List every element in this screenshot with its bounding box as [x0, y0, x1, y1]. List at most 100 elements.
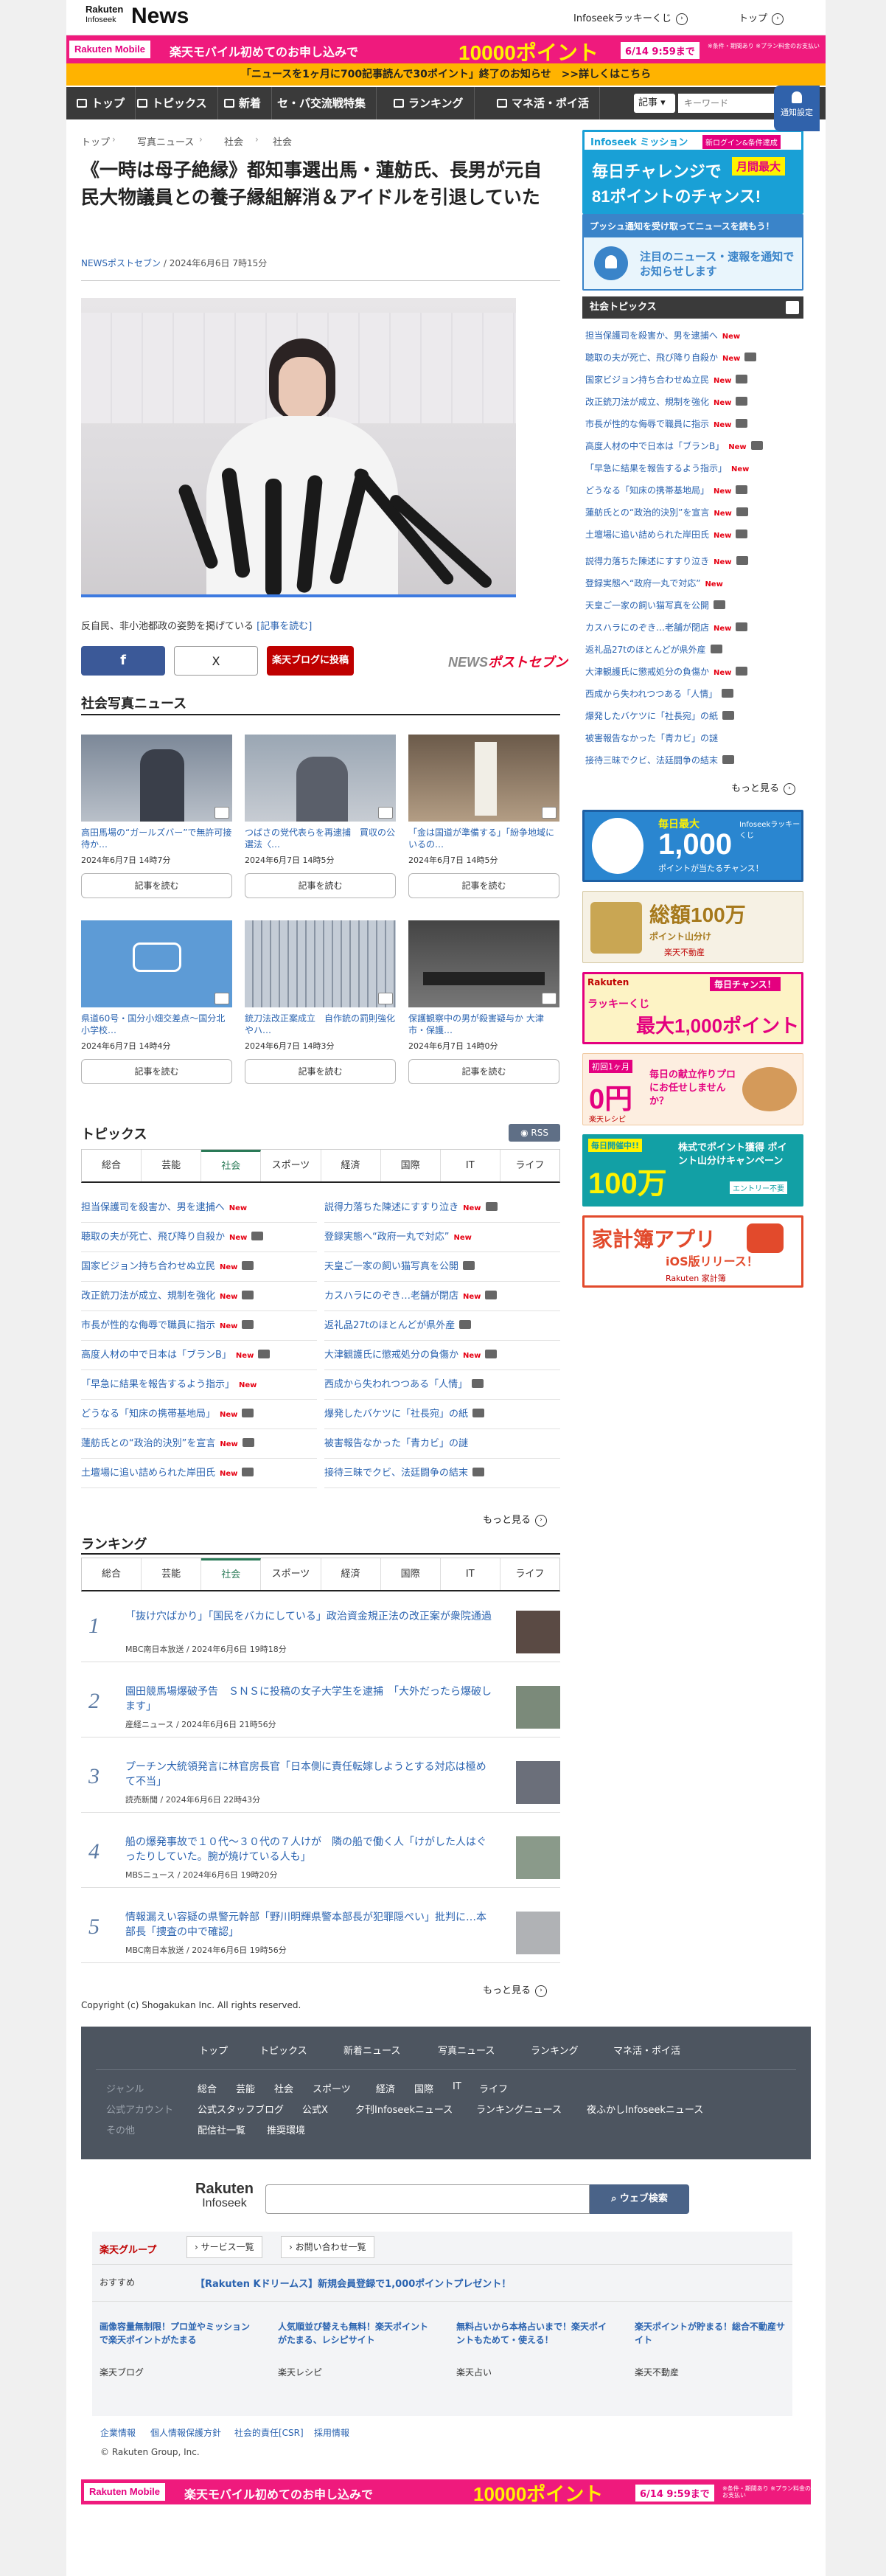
topic-title[interactable]: 市長が性的な侮辱で職員に指示	[585, 419, 709, 429]
topic-row[interactable]: 高度人材の中で日本は「ブランB」 New	[81, 1341, 317, 1370]
footer-nav-ranking[interactable]: ランキング	[531, 2043, 579, 2057]
notice-bar[interactable]: 「ニュースを1ヶ月に700記事読んで30ポイント」終了のお知らせ >>詳しくはこ…	[66, 63, 826, 86]
topic-title[interactable]: 説得力落ちた陳述にすすり泣き	[324, 1202, 458, 1213]
topic-row[interactable]: 「早急に結果を報告するよう指示」 New	[585, 459, 749, 479]
photo-news-title[interactable]: 保護観察中の男が殺害疑与か 大津市・保護…	[408, 1013, 559, 1036]
topic-row[interactable]: 担当保護司を殺害か、男を逮捕へ New	[81, 1193, 317, 1223]
legal-link[interactable]: 採用情報	[314, 2426, 349, 2439]
topic-row[interactable]: 大津観護氏に懲戒処分の負傷か New	[324, 1341, 560, 1370]
topic-title[interactable]: 高度人材の中で日本は「ブランB」	[81, 1350, 231, 1361]
tab-sports[interactable]: スポーツ	[261, 1558, 321, 1590]
web-search-button[interactable]: ⌕ ウェブ検索	[590, 2184, 689, 2214]
photo-news-title[interactable]: 「金は国道が準備する」「紛争地域にいるの…	[408, 827, 559, 850]
topic-title[interactable]: 担当保護司を殺害か、男を逮捕へ	[585, 330, 718, 341]
topic-row[interactable]: 「早急に結果を報告するよう指示」 New	[81, 1370, 317, 1400]
topic-title[interactable]: 改正銃刀法が成立、規制を強化	[585, 397, 709, 407]
topic-title[interactable]: 大津観護氏に懲戒処分の負傷か	[585, 667, 709, 677]
search-input[interactable]	[678, 94, 774, 113]
rank-title[interactable]: 「抜け穴ばかり」「国民をバカにしている」政治資金規正法の改正案が衆院通過	[125, 1609, 494, 1624]
topic-title[interactable]: カスハラにのぞき…老舗が閉店	[324, 1291, 458, 1302]
read-article-button[interactable]: 記事を読む	[408, 1059, 559, 1084]
breadcrumb-society[interactable]: 社会	[224, 134, 243, 148]
real-estate-ad[interactable]: 総額100万 ポイント山分け 楽天不動産	[582, 891, 803, 963]
topic-title[interactable]: 接待三昧でクビ、法廷闘争の結末	[585, 755, 718, 765]
read-article-button[interactable]: 記事を読む	[408, 873, 559, 898]
topic-row[interactable]: どうなる「知床の携帯基地局」 New	[81, 1400, 317, 1429]
topic-row[interactable]: 被害報告なかった「青カビ」の謎	[585, 729, 718, 748]
topic-title[interactable]: 天皇ご一家の飼い猫写真を公開	[585, 600, 709, 611]
legal-link[interactable]: 企業情報	[100, 2426, 136, 2439]
ranking-row[interactable]: 4 船の爆発事故で１０代〜３０代の７人けが 隣の船で働く人「けがした人はぐったりし…	[81, 1825, 560, 1888]
promo-link[interactable]: 画像容量無制限！プロ並やミッションで楽天ポイントがたまる	[100, 2320, 254, 2347]
topic-title[interactable]: 聴取の夫が死亡、飛び降り自殺か	[585, 353, 718, 363]
topic-title[interactable]: カスハラにのぞき…老舗が閉店	[585, 622, 709, 633]
footer-account-link[interactable]: 公式スタッフブログ	[198, 2102, 284, 2116]
tab-international[interactable]: 国際	[381, 1150, 441, 1181]
x-share-button[interactable]: X	[174, 646, 258, 676]
topic-title[interactable]: 国家ビジョン持ち合わせぬ立民	[585, 375, 709, 385]
rss-button[interactable]: ◉ RSS	[509, 1124, 560, 1142]
footer-account-link[interactable]: 夕刊Infoseekニュース	[355, 2102, 453, 2116]
footer-nav-photos[interactable]: 写真ニュース	[438, 2043, 495, 2057]
topic-title[interactable]: 返礼品27tのほとんどが県外産	[324, 1320, 455, 1331]
topic-row[interactable]: 聴取の夫が死亡、飛び降り自殺か New	[81, 1223, 317, 1252]
topics-more-link[interactable]: もっと見る ›	[483, 1512, 548, 1527]
promo-link[interactable]: 楽天ポイントが貯まる！総合不動産サイト	[635, 2320, 789, 2347]
photo-news-title[interactable]: 県道60号・国分小畑交差点〜国分北小学校…	[81, 1013, 232, 1036]
topic-row[interactable]: 担当保護司を殺害か、男を逮捕へ New	[585, 326, 740, 347]
topic-title[interactable]: 説得力落ちた陳述にすすり泣き	[585, 556, 709, 566]
topic-row[interactable]: 国家ビジョン持ち合わせぬ立民 New	[585, 370, 748, 391]
tab-international[interactable]: 国際	[381, 1558, 441, 1590]
topic-row[interactable]: 説得力落ちた陳述にすすり泣き New	[324, 1193, 560, 1223]
topic-title[interactable]: 爆発したバケツに「社長宛」の紙	[585, 711, 718, 721]
topic-row[interactable]: 蓮舫氏との“政治的決別”を宣言 New	[81, 1429, 317, 1459]
topic-row[interactable]: 説得力落ちた陳述にすすり泣き New	[585, 552, 748, 572]
topic-row[interactable]: 返礼品27tのほとんどが県外産	[585, 640, 722, 659]
topic-title[interactable]: 接待三昧でクビ、法廷闘争の結末	[324, 1468, 468, 1479]
tab-entertainment[interactable]: 芸能	[142, 1150, 202, 1181]
footer-account-link[interactable]: 公式X	[302, 2102, 328, 2116]
topic-title[interactable]: 返礼品27tのほとんどが県外産	[585, 645, 706, 655]
tab-society[interactable]: 社会	[201, 1558, 262, 1590]
topic-title[interactable]: 「早急に結果を報告するよう指示」	[81, 1379, 234, 1390]
topic-row[interactable]: 蓮舫氏との“政治的決別”を宣言 New	[585, 503, 748, 524]
daily-lottery-ad[interactable]: Rakuten 毎日チャンス！ ラッキーくじ 最大1,000ポイント	[582, 972, 803, 1044]
rakuten-blog-button[interactable]: 楽天ブログに投稿	[267, 646, 354, 676]
rank-title[interactable]: 情報漏えい容疑の県警元幹部「野川明輝県警本部長が犯罪隠ぺい」批判に…本部長「捜査…	[125, 1910, 494, 1940]
footer-nav-latest[interactable]: 新着ニュース	[343, 2043, 400, 2057]
tab-it[interactable]: IT	[441, 1558, 500, 1590]
mobile-promo-banner[interactable]: Rakuten Mobile 楽天モバイル初めてのお申し込みで 10000ポイン…	[66, 35, 826, 64]
ranking-row[interactable]: 1 「抜け穴ばかり」「国民をバカにしている」政治資金規正法の改正案が衆院通過 MBC…	[81, 1599, 560, 1662]
topic-row[interactable]: 西成から失われつつある「人情」	[324, 1370, 560, 1400]
rank-thumbnail[interactable]	[516, 1761, 560, 1804]
infoseek-mission-banner[interactable]: Infoseek ミッション 新ログイン&条件達成 毎日チャレンジで 月間最大 …	[582, 130, 803, 214]
rank-thumbnail[interactable]	[516, 1912, 560, 1954]
topic-row[interactable]: 聴取の夫が死亡、飛び降り自殺か New	[585, 348, 757, 369]
ranking-more-link[interactable]: もっと見る ›	[483, 1982, 548, 1997]
photo-news-title[interactable]: 銃刀法改正案成立 自作銃の罰則強化やハ…	[245, 1013, 396, 1036]
facebook-share-button[interactable]: f	[81, 646, 165, 676]
topic-title[interactable]: 「早急に結果を報告するよう指示」	[585, 463, 727, 473]
topic-title[interactable]: 蓮舫氏との“政治的決別”を宣言	[81, 1438, 215, 1449]
topic-title[interactable]: 登録実態へ“政府一丸で対応”	[324, 1232, 449, 1243]
read-article-button[interactable]: 記事を読む	[245, 1059, 396, 1084]
topic-row[interactable]: 返礼品27tのほとんどが県外産	[324, 1311, 560, 1341]
topic-row[interactable]: 改正銃刀法が成立、規制を強化 New	[81, 1282, 317, 1311]
ranking-row[interactable]: 5 情報漏えい容疑の県警元幹部「野川明輝県警本部長が犯罪隠ぺい」批判に…本部長「捜…	[81, 1900, 560, 1963]
news-logo[interactable]: News	[131, 4, 189, 29]
topic-title[interactable]: 担当保護司を殺害か、男を逮捕へ	[81, 1202, 225, 1213]
topic-row[interactable]: 市長が性的な侮辱で職員に指示 New	[585, 414, 748, 435]
topic-row[interactable]: 土壇場に追い詰められた岸田氏 New	[585, 525, 748, 546]
rank-thumbnail[interactable]	[516, 1836, 560, 1879]
service-list-button[interactable]: › サービス一覧	[186, 2236, 262, 2258]
rank-title[interactable]: 園田競馬場爆破予告 ＳＮＳに投稿の女子大学生を逮捕 「大外だったら爆破します」	[125, 1684, 494, 1714]
recipe-ad[interactable]: 初回1ヶ月 0円 毎日の献立作りプロにお任せしませんか？ 楽天レシピ	[582, 1053, 803, 1125]
topic-title[interactable]: 被害報告なかった「青カビ」の謎	[324, 1438, 468, 1449]
read-article-button[interactable]: 記事を読む	[245, 873, 396, 898]
rank-title[interactable]: プーチン大統領発言に林官房長官「日本側に責任転嫁しようとする対応は極めて不当」	[125, 1760, 494, 1789]
read-article-link[interactable]: [記事を読む]	[257, 621, 312, 632]
topic-row[interactable]: 登録実態へ“政府一丸で対応” New	[324, 1223, 560, 1252]
topic-row[interactable]: 接待三昧でクビ、法廷闘争の結末	[324, 1459, 560, 1488]
promo-link[interactable]: 人気順並び替えも無料！楽天ポイントがたまる、レシピサイト	[278, 2320, 433, 2347]
topic-title[interactable]: 天皇ご一家の飼い猫写真を公開	[324, 1261, 458, 1272]
